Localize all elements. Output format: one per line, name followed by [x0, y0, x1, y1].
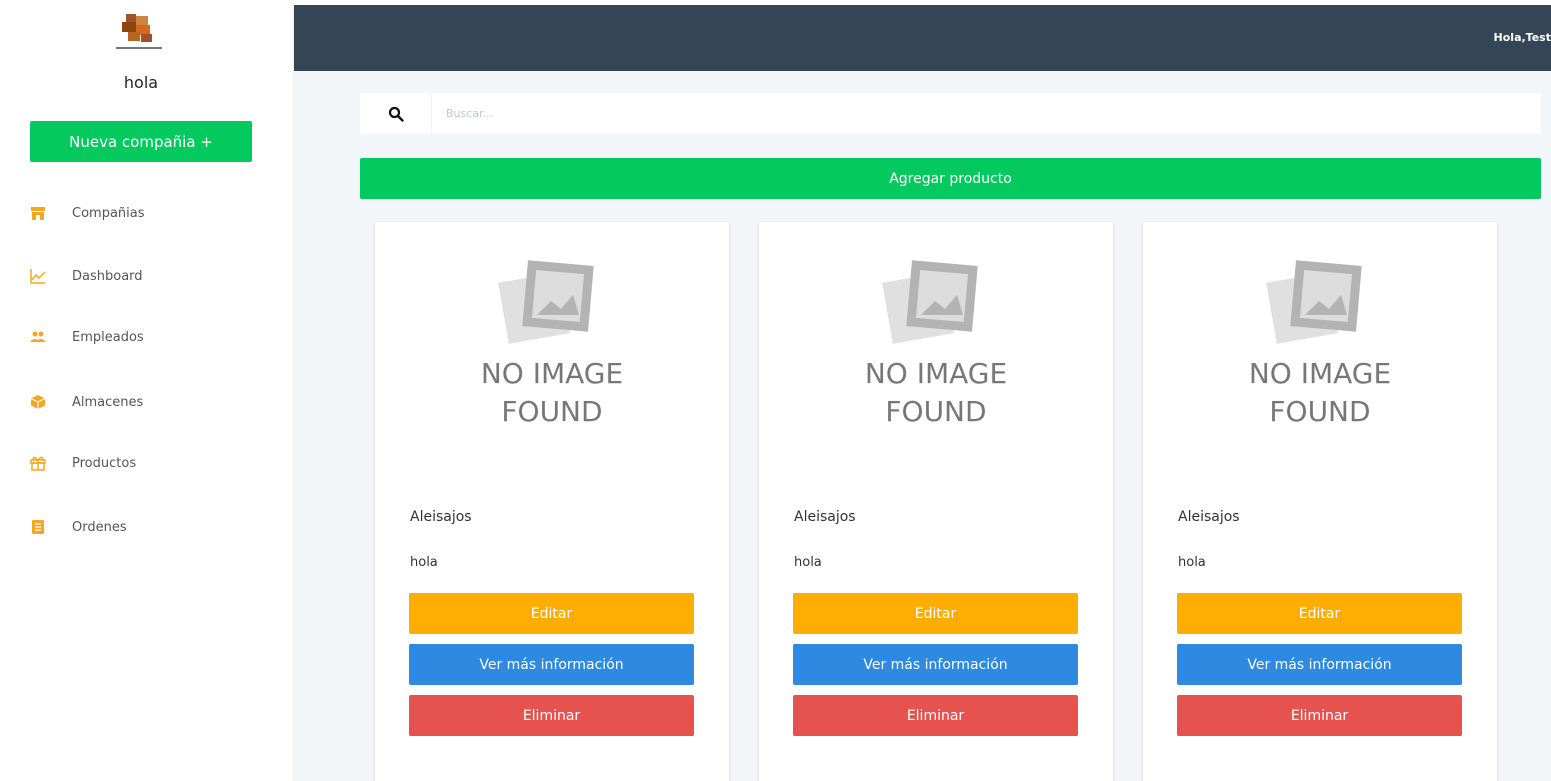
search-bar — [360, 93, 1541, 134]
product-card: NO IMAGE FOUND Aleisajos hola Editar Ver… — [375, 222, 729, 781]
sidebar-item-companias[interactable]: Compañias — [30, 193, 270, 233]
no-image-placeholder: NO IMAGE FOUND — [1143, 257, 1497, 447]
sidebar-item-ordenes[interactable]: Ordenes — [30, 507, 270, 547]
product-name: Aleisajos — [1178, 509, 1240, 525]
sidebar-item-label: Dashboard — [72, 268, 143, 284]
product-name: Aleisajos — [794, 509, 856, 525]
box-icon — [30, 394, 46, 410]
product-card: NO IMAGE FOUND Aleisajos hola Editar Ver… — [1143, 222, 1497, 781]
no-image-line2: FOUND — [1269, 395, 1370, 428]
sidebar-item-almacenes[interactable]: Almacenes — [30, 382, 270, 422]
search-icon[interactable] — [360, 93, 432, 134]
image-icon — [498, 260, 594, 344]
no-image-line1: NO IMAGE — [1249, 357, 1391, 390]
product-description: hola — [410, 555, 438, 570]
product-description: hola — [1178, 555, 1206, 570]
product-card: NO IMAGE FOUND Aleisajos hola Editar Ver… — [759, 222, 1113, 781]
users-icon — [30, 329, 46, 345]
company-name: hola — [123, 73, 159, 92]
sidebar-item-productos[interactable]: Productos — [30, 443, 270, 483]
sidebar-item-dashboard[interactable]: Dashboard — [30, 256, 270, 296]
user-greeting[interactable]: Hola,Test — [1494, 31, 1551, 44]
product-name: Aleisajos — [410, 509, 472, 525]
more-info-button[interactable]: Ver más información — [1177, 644, 1462, 685]
edit-button[interactable]: Editar — [793, 593, 1078, 634]
delete-button[interactable]: Eliminar — [409, 695, 694, 736]
chart-line-icon — [30, 268, 46, 284]
add-product-button[interactable]: Agregar producto — [360, 158, 1541, 199]
more-info-button[interactable]: Ver más información — [793, 644, 1078, 685]
sidebar-item-label: Empleados — [72, 329, 144, 345]
list-icon — [30, 519, 46, 535]
more-info-button[interactable]: Ver más información — [409, 644, 694, 685]
new-company-button[interactable]: Nueva compañia + — [30, 121, 252, 162]
edit-button[interactable]: Editar — [409, 593, 694, 634]
main-content: Agregar producto NO IMAGE FOUND Aleisajo… — [294, 71, 1551, 781]
product-description: hola — [794, 555, 822, 570]
edit-button[interactable]: Editar — [1177, 593, 1462, 634]
no-image-line2: FOUND — [501, 395, 602, 428]
no-image-line1: NO IMAGE — [481, 357, 623, 390]
sidebar-item-label: Almacenes — [72, 394, 144, 410]
no-image-line1: NO IMAGE — [865, 357, 1007, 390]
sidebar-item-label: Compañias — [72, 205, 145, 221]
image-icon — [1266, 260, 1362, 344]
image-icon — [882, 260, 978, 344]
sidebar-item-label: Productos — [72, 455, 137, 471]
topbar: Hola,Test — [294, 5, 1551, 71]
inventory-logo-icon — [108, 12, 170, 54]
sidebar-item-label: Ordenes — [72, 519, 127, 535]
search-input[interactable] — [432, 94, 1541, 133]
no-image-placeholder: NO IMAGE FOUND — [375, 257, 729, 447]
gift-icon — [30, 455, 46, 471]
delete-button[interactable]: Eliminar — [1177, 695, 1462, 736]
no-image-line2: FOUND — [885, 395, 986, 428]
sidebar-item-empleados[interactable]: Empleados — [30, 317, 270, 357]
delete-button[interactable]: Eliminar — [793, 695, 1078, 736]
sidebar: hola Nueva compañia + Compañias Dashboar… — [0, 0, 294, 781]
no-image-placeholder: NO IMAGE FOUND — [759, 257, 1113, 447]
store-icon — [30, 205, 46, 221]
